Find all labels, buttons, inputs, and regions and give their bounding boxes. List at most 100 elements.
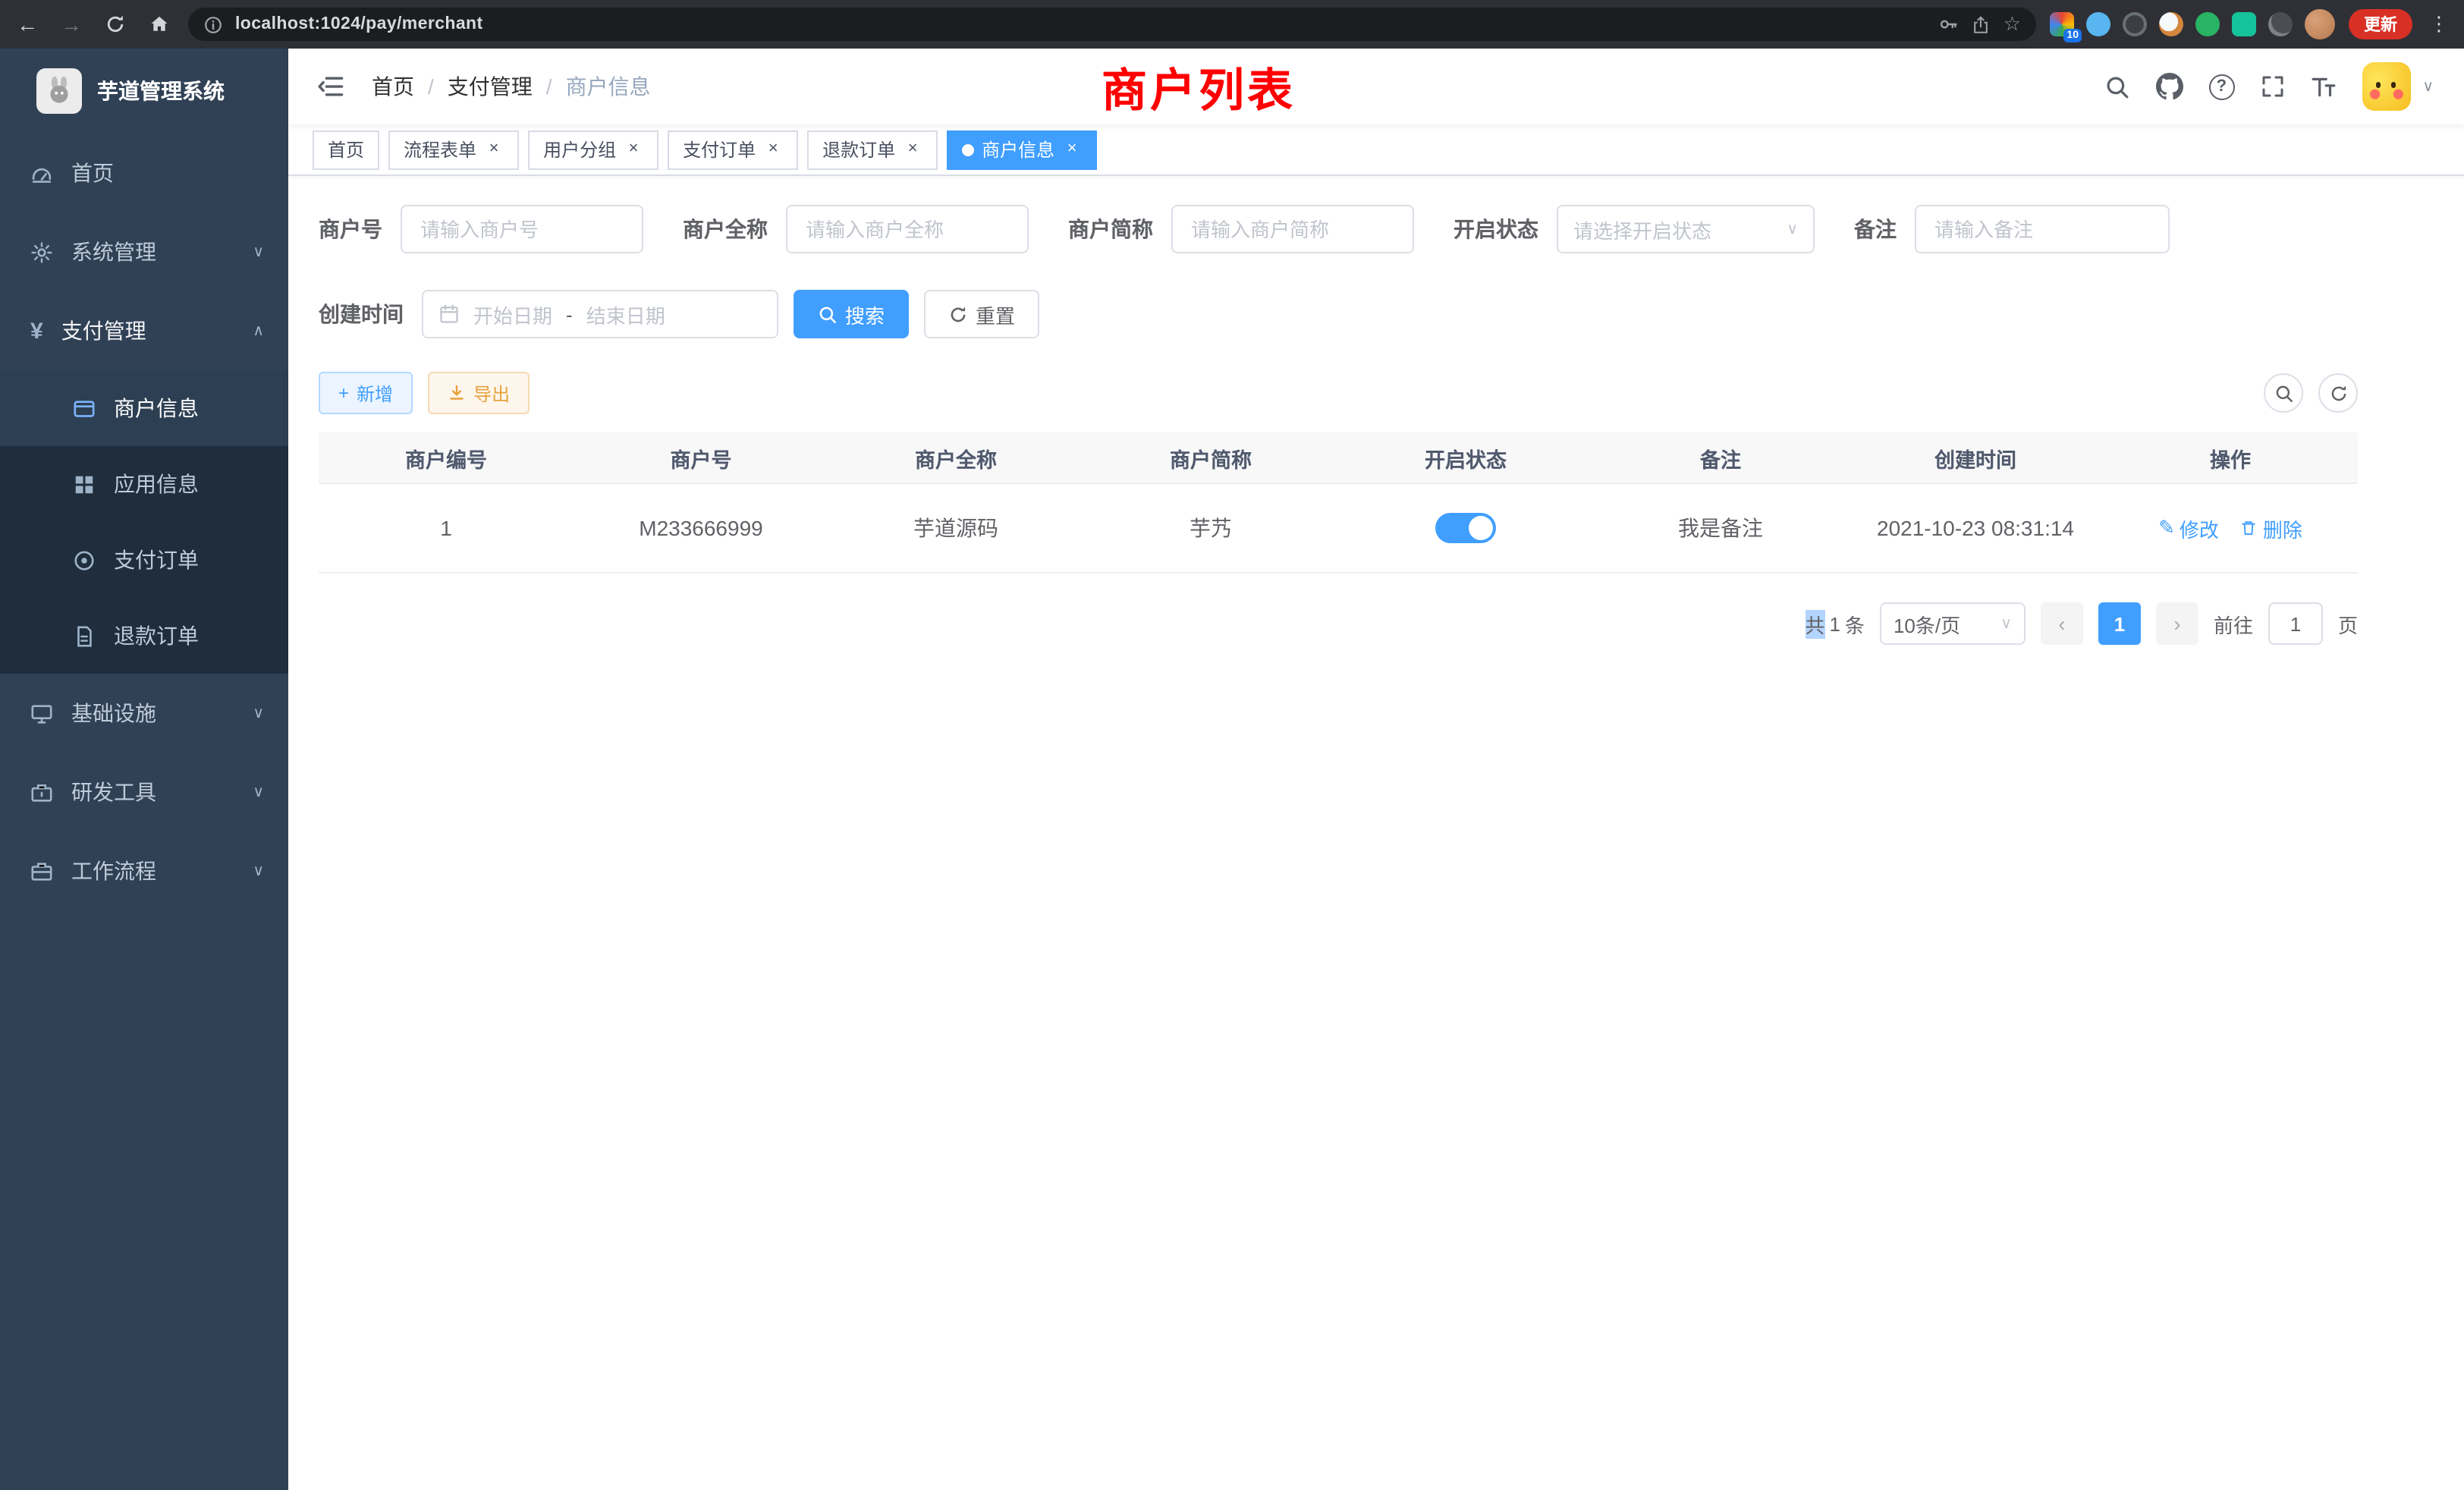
merchant-name-input[interactable]	[786, 205, 1029, 253]
tab-pay-order[interactable]: 支付订单 ×	[668, 130, 798, 169]
refresh-table-button[interactable]	[2318, 373, 2358, 413]
close-icon[interactable]: ×	[484, 140, 504, 159]
password-key-icon[interactable]	[1938, 14, 1960, 35]
extension-icon[interactable]	[2123, 12, 2147, 36]
status-toggle[interactable]	[1435, 513, 1496, 543]
sidebar-item-refund-order[interactable]: 退款订单	[0, 598, 288, 674]
chevron-down-icon: ∨	[1787, 221, 1798, 237]
close-icon[interactable]: ×	[624, 140, 643, 159]
extension-icon[interactable]: 10	[2050, 12, 2074, 36]
close-icon[interactable]: ×	[1062, 140, 1082, 159]
sidebar-item-pay-order[interactable]: 支付订单	[0, 522, 288, 598]
sidebar-item-label: 首页	[71, 158, 114, 188]
tab-home[interactable]: 首页	[313, 130, 379, 169]
cell-short-name: 芋艿	[1083, 513, 1338, 543]
refresh-icon	[948, 304, 968, 324]
page-number-1[interactable]: 1	[2098, 602, 2141, 645]
cell-remark: 我是备注	[1593, 513, 1848, 543]
breadcrumb-separator: /	[546, 74, 552, 99]
field-label: 备注	[1854, 214, 1915, 244]
merchant-card-icon	[73, 397, 96, 420]
goto-page-input[interactable]	[2268, 602, 2323, 645]
share-icon[interactable]	[1972, 14, 1991, 34]
delete-link[interactable]: 删除	[2240, 514, 2302, 542]
extension-icon[interactable]	[2086, 12, 2110, 36]
filter-status: 开启状态 请选择开启状态 ∨	[1454, 205, 1815, 253]
close-icon[interactable]: ×	[763, 140, 783, 159]
total-suffix: 条	[1845, 609, 1865, 638]
chevron-down-icon: ∨	[253, 863, 264, 879]
button-label: 新增	[357, 380, 393, 406]
edit-link[interactable]: ✎ 修改	[2158, 514, 2219, 542]
status-select[interactable]: 请选择开启状态 ∨	[1557, 205, 1815, 253]
browser-back-button[interactable]: ←	[12, 9, 42, 39]
search-icon	[818, 304, 838, 324]
tab-process-form[interactable]: 流程表单 ×	[388, 130, 519, 169]
extension-icon[interactable]	[2195, 12, 2220, 36]
tab-refund-order[interactable]: 退款订单 ×	[807, 130, 938, 169]
address-bar[interactable]: localhost:1024/pay/merchant ☆	[188, 8, 2036, 41]
monitor-icon	[30, 702, 53, 725]
column-header: 商户号	[574, 442, 828, 473]
user-avatar[interactable]	[2362, 62, 2410, 111]
breadcrumb-item-pay[interactable]: 支付管理	[448, 71, 533, 102]
extension-icon[interactable]	[2159, 12, 2183, 36]
export-button[interactable]: 导出	[428, 372, 530, 414]
browser-home-button[interactable]	[144, 9, 174, 39]
dashboard-icon	[30, 162, 53, 184]
browser-reload-button[interactable]	[100, 9, 130, 39]
grid-icon	[73, 473, 96, 495]
merchant-short-input[interactable]	[1171, 205, 1414, 253]
page-size-select[interactable]: 10条/页 ∨	[1880, 602, 2026, 645]
active-tab-dot	[962, 143, 974, 156]
sidebar-item-label: 支付订单	[114, 545, 199, 575]
column-header: 商户编号	[319, 442, 574, 473]
sidebar-item-home[interactable]: 首页	[0, 134, 288, 212]
sidebar-item-system[interactable]: 系统管理 ∨	[0, 212, 288, 291]
reload-icon	[105, 14, 126, 35]
sidebar-item-workflow[interactable]: 工作流程 ∨	[0, 831, 288, 910]
hide-search-button[interactable]	[2264, 373, 2303, 413]
total-count: 1	[1829, 612, 1840, 635]
browser-menu-icon[interactable]: ⋮	[2426, 12, 2452, 36]
pay-submenu: 商户信息 应用信息 支付订单 退款订单	[0, 370, 288, 674]
browser-profile-avatar[interactable]	[2305, 9, 2335, 39]
sidebar-item-devtools[interactable]: 研发工具 ∨	[0, 753, 288, 831]
breadcrumb-separator: /	[428, 74, 434, 99]
app-logo[interactable]: 芋道管理系统	[0, 49, 288, 134]
close-icon[interactable]: ×	[903, 140, 922, 159]
help-icon[interactable]: ?	[2208, 74, 2234, 99]
github-icon[interactable]	[2155, 73, 2183, 100]
extension-icon[interactable]	[2268, 12, 2293, 36]
bookmark-star-icon[interactable]: ☆	[2004, 12, 2021, 36]
add-button[interactable]: + 新增	[319, 372, 413, 414]
extension-icon[interactable]	[2232, 12, 2256, 36]
search-button[interactable]: 搜索	[794, 290, 909, 338]
sidebar-item-app-info[interactable]: 应用信息	[0, 446, 288, 522]
breadcrumb: 首页 / 支付管理 / 商户信息	[372, 71, 651, 102]
reset-button[interactable]: 重置	[924, 290, 1039, 338]
next-page-button[interactable]: ›	[2156, 602, 2198, 645]
search-icon[interactable]	[2104, 74, 2129, 99]
page-info-icon[interactable]	[203, 14, 223, 34]
breadcrumb-item-home[interactable]: 首页	[372, 71, 414, 102]
prev-page-button[interactable]: ‹	[2041, 602, 2083, 645]
tab-user-group[interactable]: 用户分组 ×	[528, 130, 658, 169]
column-header: 商户简称	[1083, 442, 1338, 473]
filter-merchant-no: 商户号	[319, 205, 643, 253]
sidebar-item-infra[interactable]: 基础设施 ∨	[0, 674, 288, 753]
browser-update-button[interactable]: 更新	[2349, 9, 2412, 39]
create-time-range-picker[interactable]: 开始日期 - 结束日期	[422, 290, 778, 338]
font-size-icon[interactable]	[2310, 74, 2336, 99]
remark-input[interactable]	[1915, 205, 2170, 253]
tab-merchant-info[interactable]: 商户信息 ×	[947, 130, 1097, 169]
sidebar-item-merchant-info[interactable]: 商户信息	[0, 370, 288, 446]
link-label: 删除	[2263, 514, 2302, 542]
fullscreen-icon[interactable]	[2260, 74, 2284, 99]
toolbox-icon	[30, 781, 53, 803]
sidebar-item-pay[interactable]: ¥ 支付管理 ∧	[0, 291, 288, 370]
merchant-no-input[interactable]	[401, 205, 643, 253]
sidebar-collapse-button[interactable]	[311, 67, 350, 106]
app-title: 芋道管理系统	[97, 76, 225, 106]
browser-forward-button[interactable]: →	[56, 9, 86, 39]
